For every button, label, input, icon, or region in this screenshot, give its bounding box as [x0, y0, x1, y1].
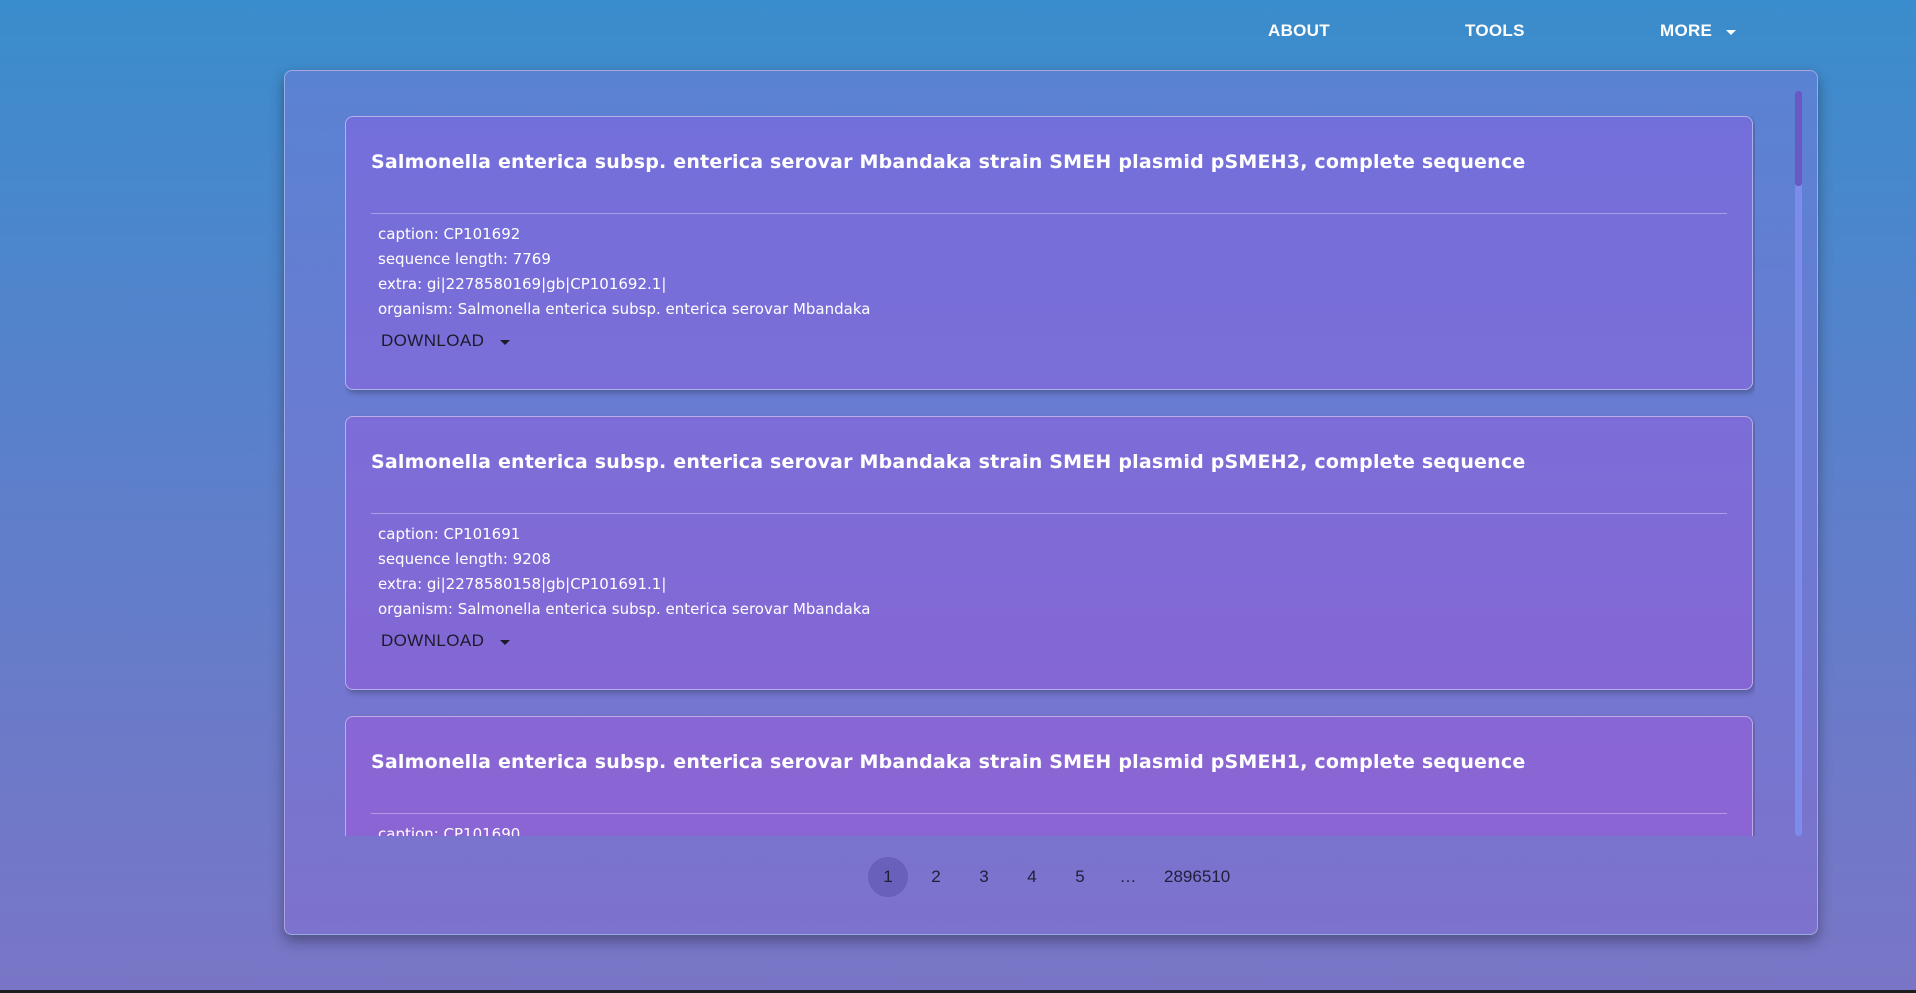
result-card: Salmonella enterica subsp. enterica sero…	[345, 416, 1753, 690]
result-metadata: caption: CP101691 sequence length: 9208 …	[378, 522, 870, 622]
download-label: DOWNLOAD	[381, 331, 485, 350]
result-metadata: caption: CP101690	[378, 822, 520, 836]
result-sequence-length: sequence length: 7769	[378, 250, 551, 268]
result-title: Salmonella enterica subsp. enterica sero…	[371, 751, 1526, 773]
nav-about-label: ABOUT	[1268, 21, 1330, 40]
pagination: 1 2 3 4 5 … 2896510	[868, 857, 1246, 897]
download-button[interactable]: DOWNLOAD	[381, 331, 511, 351]
download-button[interactable]: DOWNLOAD	[381, 631, 511, 651]
result-caption: caption: CP101690	[378, 825, 521, 836]
page-button-4[interactable]: 4	[1012, 857, 1052, 897]
download-label: DOWNLOAD	[381, 631, 485, 650]
result-metadata: caption: CP101692 sequence length: 7769 …	[378, 222, 870, 322]
results-list[interactable]: Salmonella enterica subsp. enterica sero…	[345, 116, 1755, 836]
nav-tools-link[interactable]: TOOLS	[1465, 21, 1525, 41]
chevron-down-icon	[500, 339, 511, 345]
divider	[371, 813, 1727, 814]
result-organism: organism: Salmonella enterica subsp. ent…	[378, 600, 871, 618]
result-caption: caption: CP101692	[378, 225, 521, 243]
result-caption: caption: CP101691	[378, 525, 521, 543]
pagination-ellipsis: …	[1119, 867, 1137, 886]
result-card: Salmonella enterica subsp. enterica sero…	[345, 716, 1753, 836]
nav-about-link[interactable]: ABOUT	[1268, 21, 1330, 41]
divider	[371, 513, 1727, 514]
result-title: Salmonella enterica subsp. enterica sero…	[371, 451, 1526, 473]
nav-more-dropdown[interactable]: MORE	[1660, 21, 1737, 41]
divider	[371, 213, 1727, 214]
results-panel: Salmonella enterica subsp. enterica sero…	[284, 70, 1818, 935]
result-extra: extra: gi|2278580158|gb|CP101691.1|	[378, 575, 667, 593]
nav-tools-label: TOOLS	[1465, 21, 1525, 40]
chevron-down-icon	[500, 639, 511, 645]
top-nav: ABOUT TOOLS MORE	[0, 0, 1916, 64]
result-card: Salmonella enterica subsp. enterica sero…	[345, 116, 1753, 390]
page-button-3[interactable]: 3	[964, 857, 1004, 897]
page-button-1[interactable]: 1	[868, 857, 908, 897]
result-organism: organism: Salmonella enterica subsp. ent…	[378, 300, 871, 318]
result-title: Salmonella enterica subsp. enterica sero…	[371, 151, 1526, 173]
page-button-last[interactable]: 2896510	[1156, 857, 1238, 897]
page-button-2[interactable]: 2	[916, 857, 956, 897]
result-sequence-length: sequence length: 9208	[378, 550, 551, 568]
result-extra: extra: gi|2278580169|gb|CP101692.1|	[378, 275, 667, 293]
chevron-down-icon	[1726, 29, 1737, 35]
page-button-5[interactable]: 5	[1060, 857, 1100, 897]
scrollbar-thumb[interactable]	[1795, 91, 1802, 186]
nav-more-label: MORE	[1660, 21, 1713, 40]
scrollbar[interactable]	[1795, 91, 1802, 836]
